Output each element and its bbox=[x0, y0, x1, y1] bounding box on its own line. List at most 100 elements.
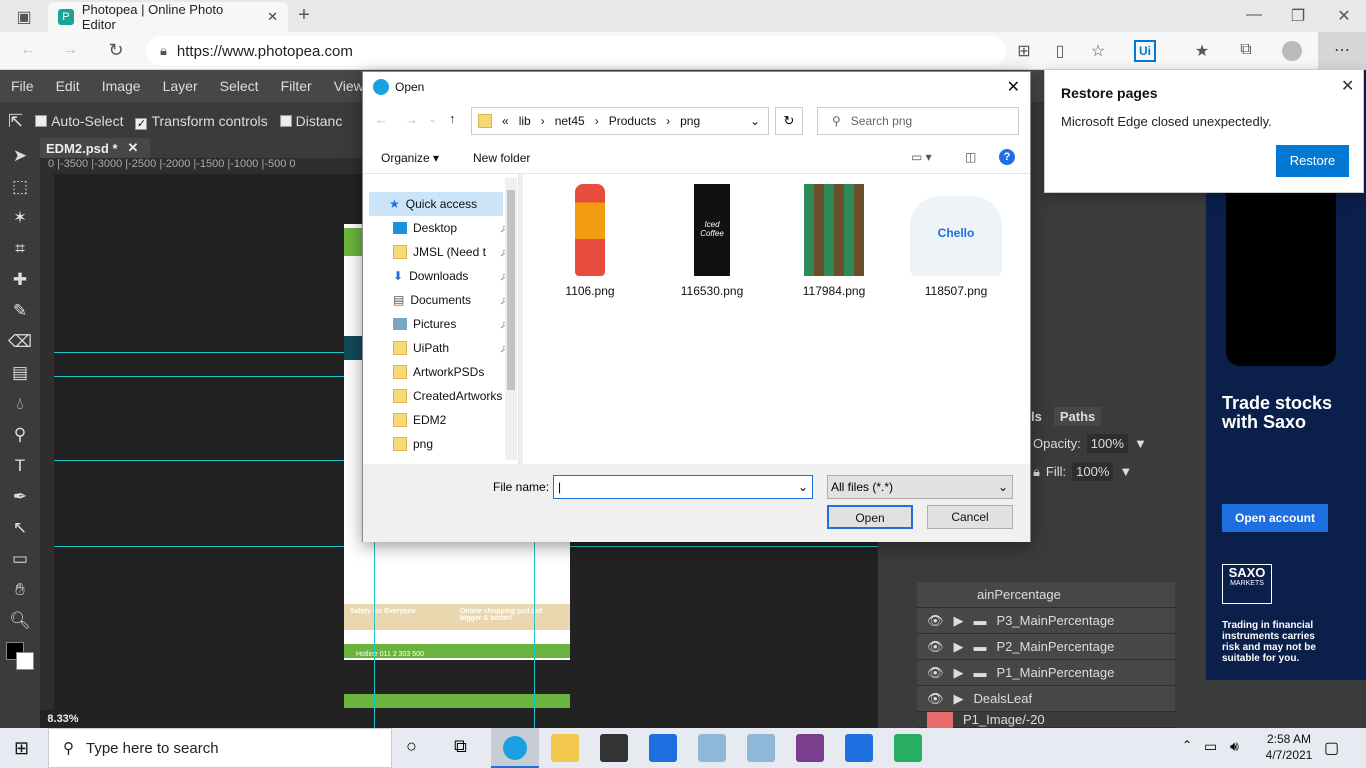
close-tab-icon[interactable]: ✕ bbox=[267, 9, 278, 25]
nav-desktop[interactable]: Desktop📌︎ bbox=[393, 216, 511, 240]
nav-downloads[interactable]: ⬇Downloads📌︎ bbox=[393, 264, 511, 288]
app-icon[interactable] bbox=[698, 734, 726, 762]
dialog-close-icon[interactable]: ✕ bbox=[1007, 77, 1020, 97]
breadcrumb-item[interactable]: Products bbox=[609, 114, 656, 128]
close-document-icon[interactable]: ✕ bbox=[128, 140, 139, 156]
opacity-field[interactable]: 100% bbox=[1086, 434, 1128, 453]
magic-wand-icon[interactable]: ✶ bbox=[0, 202, 40, 233]
chevron-up-icon[interactable]: ⌃ bbox=[1182, 738, 1192, 752]
window-menu-icon[interactable]: ▣ bbox=[12, 7, 36, 27]
expand-icon[interactable]: ▶ bbox=[954, 613, 964, 629]
document-tab[interactable]: EDM2.psd * ✕ bbox=[40, 138, 150, 158]
nav-documents[interactable]: ▤Documents📌︎ bbox=[393, 288, 511, 312]
preview-pane-icon[interactable]: ◫ bbox=[965, 150, 976, 164]
chevron-down-icon[interactable]: ⌄ bbox=[998, 476, 1008, 498]
view-options-icon[interactable]: ▭ ▾ bbox=[911, 150, 932, 164]
refresh-icon[interactable]: ↻ bbox=[775, 107, 803, 135]
shape-tool-icon[interactable]: ▭ bbox=[0, 543, 40, 574]
crop-tool-icon[interactable]: ⌗ bbox=[0, 233, 40, 264]
marquee-tool-icon[interactable]: ⬚ bbox=[0, 171, 40, 202]
visibility-icon[interactable]: 👁︎ bbox=[927, 691, 944, 707]
menu-file[interactable]: File bbox=[0, 78, 45, 94]
expand-icon[interactable]: ▶ bbox=[954, 665, 964, 681]
forward-icon[interactable]: → bbox=[58, 41, 82, 59]
cancel-button[interactable]: Cancel bbox=[927, 505, 1013, 529]
nav-uipath[interactable]: UiPath📌︎ bbox=[393, 336, 511, 360]
nav-pictures[interactable]: Pictures📌︎ bbox=[393, 312, 511, 336]
open-account-button[interactable]: Open account bbox=[1222, 504, 1328, 532]
file-type-select[interactable]: All files (*.*) ⌄ bbox=[827, 475, 1013, 499]
move-tool-icon[interactable]: ➤ bbox=[0, 140, 40, 171]
layer-row-selected[interactable]: P1_Image/-20 bbox=[917, 711, 1175, 728]
transform-controls-checkbox[interactable]: Transform controls bbox=[135, 113, 268, 130]
favorites-icon[interactable]: ★ bbox=[1190, 41, 1214, 61]
layer-row[interactable]: 👁︎ ▶ DealsLeaf bbox=[917, 686, 1175, 712]
move-tool-icon[interactable]: ⇱ bbox=[8, 111, 23, 132]
windows-start-icon[interactable]: ⊞ bbox=[14, 738, 29, 759]
fill-dropdown-icon[interactable]: ▼ bbox=[1119, 464, 1132, 479]
auto-select-checkbox[interactable]: Auto-Select bbox=[35, 113, 123, 129]
tab-channels[interactable]: ls bbox=[1031, 409, 1042, 424]
file-item[interactable]: Chello 118507.png bbox=[901, 184, 1011, 298]
eraser-tool-icon[interactable]: ⌫ bbox=[0, 326, 40, 357]
expand-icon[interactable]: ▶ bbox=[954, 691, 964, 707]
apps-icon[interactable]: ⊞ bbox=[1012, 41, 1036, 61]
zoom-level[interactable]: 8.33% bbox=[40, 710, 86, 728]
nav-quick-access[interactable]: ★ Quick access bbox=[389, 192, 507, 216]
layer-row[interactable]: 👁︎ ▶ ▬ P3_MainPercentage bbox=[917, 608, 1175, 634]
file-item[interactable]: 1106.png bbox=[535, 184, 645, 298]
pen-tool-icon[interactable]: ✒ bbox=[0, 481, 40, 512]
recent-dropdown-icon[interactable]: ⌄ bbox=[429, 114, 437, 125]
menu-image[interactable]: Image bbox=[91, 78, 152, 94]
taskbar-search[interactable]: ⚲ Type here to search bbox=[48, 728, 392, 768]
brush-tool-icon[interactable]: ✎ bbox=[0, 295, 40, 326]
breadcrumb-overflow[interactable]: « bbox=[502, 114, 509, 128]
reading-view-icon[interactable]: ▯ bbox=[1048, 41, 1072, 61]
tab-paths[interactable]: Paths bbox=[1053, 406, 1102, 426]
hand-tool-icon[interactable]: ✋︎ bbox=[0, 574, 40, 605]
search-input[interactable]: ⚲ Search png bbox=[817, 107, 1019, 135]
uipath-extension-icon[interactable]: Ui bbox=[1134, 40, 1156, 62]
distances-checkbox[interactable]: Distanc bbox=[279, 113, 342, 129]
file-item[interactable]: 117984.png bbox=[779, 184, 889, 298]
nav-jmsl[interactable]: JMSL (Need t📌︎ bbox=[393, 240, 511, 264]
new-tab-icon[interactable]: + bbox=[292, 4, 316, 27]
breadcrumb-item[interactable]: png bbox=[680, 114, 700, 128]
visibility-icon[interactable] bbox=[927, 711, 953, 728]
nav-artworkpsds[interactable]: ArtworkPSDs bbox=[393, 360, 511, 384]
back-icon[interactable]: ← bbox=[16, 41, 40, 59]
clock[interactable]: 2:58 AM 4/7/2021 bbox=[1256, 731, 1322, 763]
organize-button[interactable]: Organize ▾ bbox=[381, 151, 439, 165]
file-item[interactable]: Iced Coffee 116530.png bbox=[657, 184, 767, 298]
mail-icon[interactable] bbox=[649, 734, 677, 762]
menu-select[interactable]: Select bbox=[209, 78, 270, 94]
dodge-tool-icon[interactable]: ⚲ bbox=[0, 419, 40, 450]
new-folder-button[interactable]: New folder bbox=[473, 151, 530, 165]
minimize-icon[interactable]: — bbox=[1242, 6, 1266, 24]
healing-tool-icon[interactable]: ✚ bbox=[0, 264, 40, 295]
nav-createdartworks[interactable]: CreatedArtworks bbox=[393, 384, 511, 408]
forward-icon[interactable]: → bbox=[405, 112, 418, 127]
chevron-down-icon[interactable]: ⌄ bbox=[750, 114, 760, 128]
url-field[interactable]: 🔒︎ https://www.photopea.com bbox=[146, 36, 1006, 66]
chevron-down-icon[interactable]: ⌄ bbox=[798, 476, 808, 498]
close-popup-icon[interactable]: ✕ bbox=[1341, 76, 1354, 96]
file-name-input[interactable]: | ⌄ bbox=[553, 475, 813, 499]
nav-scrollbar[interactable] bbox=[505, 178, 517, 460]
gradient-tool-icon[interactable]: ▤ bbox=[0, 357, 40, 388]
zoom-tool-icon[interactable]: 🔍︎ bbox=[0, 605, 40, 636]
menu-layer[interactable]: Layer bbox=[152, 78, 209, 94]
visibility-icon[interactable]: 👁︎ bbox=[927, 639, 944, 655]
breadcrumb-item[interactable]: net45 bbox=[555, 114, 585, 128]
browser-tab[interactable]: P Photopea | Online Photo Editor ✕ bbox=[48, 2, 288, 32]
app-icon[interactable] bbox=[796, 734, 824, 762]
restore-button[interactable]: Restore bbox=[1276, 145, 1349, 177]
maximize-icon[interactable]: ❐ bbox=[1286, 6, 1310, 26]
scrollbar-thumb[interactable] bbox=[507, 190, 515, 390]
opacity-dropdown-icon[interactable]: ▼ bbox=[1134, 436, 1147, 451]
breadcrumb-item[interactable]: lib bbox=[519, 114, 531, 128]
expand-icon[interactable]: ▶ bbox=[954, 639, 964, 655]
type-tool-icon[interactable]: T bbox=[0, 450, 40, 481]
background-color[interactable] bbox=[16, 652, 34, 670]
file-explorer-icon[interactable] bbox=[551, 734, 579, 762]
